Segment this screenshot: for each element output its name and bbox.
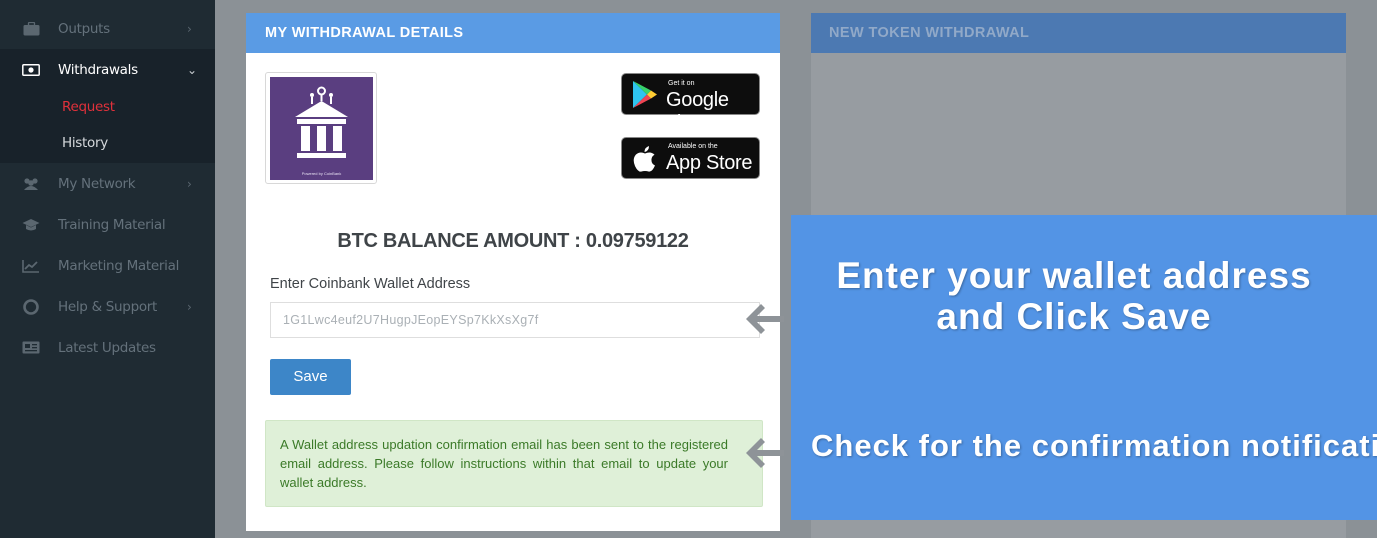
sidebar-subitem-request[interactable]: Request — [62, 99, 115, 115]
sidebar-item-outputs[interactable]: Outputs › — [0, 8, 215, 49]
save-button[interactable]: Save — [270, 359, 351, 395]
app-store-badge[interactable]: Available on the App Store — [621, 137, 760, 179]
chevron-right-icon: › — [187, 21, 192, 36]
sidebar-item-label: Latest Updates — [58, 339, 156, 356]
withdrawal-details-card: MY WITHDRAWAL DETAILS Powered by CoinBan… — [246, 13, 780, 531]
callout-instruction-confirm: Check for the confirmation notification — [811, 428, 1377, 463]
callout-instruction-save: Enter your wallet address and Click Save — [836, 255, 1312, 337]
apple-icon — [633, 145, 657, 178]
chevron-right-icon: › — [187, 176, 192, 191]
line-chart-icon — [22, 259, 40, 273]
arrow-left-icon — [744, 433, 784, 473]
sidebar-item-marketing-material[interactable]: Marketing Material — [0, 245, 215, 286]
sidebar-item-label: Help & Support — [58, 298, 158, 315]
bank-icon: Powered by CoinBank — [270, 77, 373, 180]
wallet-address-input[interactable]: 1G1Lwc4euf2U7HugpJEopEYSp7KkXsXg7f — [270, 302, 760, 338]
card-title: NEW TOKEN WITHDRAWAL — [811, 13, 1346, 53]
sidebar: Outputs › Withdrawals ⌄ Request History … — [0, 0, 215, 538]
withdrawals-submenu: Request History — [0, 90, 215, 163]
app-store-small-text: Available on the — [668, 143, 718, 150]
google-play-big-text: Google play — [666, 89, 729, 134]
users-icon — [22, 177, 40, 191]
sidebar-subitem-history[interactable]: History — [62, 135, 108, 151]
money-icon — [22, 63, 40, 77]
graduation-cap-icon — [22, 218, 40, 232]
sidebar-item-label: Training Material — [58, 216, 166, 233]
sidebar-item-latest-updates[interactable]: Latest Updates — [0, 327, 215, 368]
google-play-small-text: Get it on — [668, 80, 695, 87]
sidebar-item-my-network[interactable]: My Network › — [0, 163, 215, 204]
sidebar-item-label: Outputs — [58, 20, 110, 37]
sidebar-item-label: My Network — [58, 175, 136, 192]
wallet-address-label: Enter Coinbank Wallet Address — [270, 276, 471, 292]
sidebar-item-withdrawals[interactable]: Withdrawals ⌄ — [0, 49, 215, 90]
coinbank-logo: Powered by CoinBank — [265, 72, 377, 184]
chevron-down-icon: ⌄ — [187, 62, 197, 77]
btc-balance: BTC BALANCE AMOUNT : 0.09759122 — [337, 230, 689, 252]
sidebar-item-label: Withdrawals — [58, 61, 138, 78]
confirmation-alert: A Wallet address updation confirmation e… — [265, 420, 763, 507]
logo-caption: Powered by CoinBank — [301, 171, 342, 176]
instruction-callout: Enter your wallet address and Click Save… — [791, 215, 1377, 520]
sidebar-item-help-support[interactable]: Help & Support › — [0, 286, 215, 327]
newspaper-icon — [22, 341, 40, 355]
sidebar-item-training-material[interactable]: Training Material — [0, 204, 215, 245]
briefcase-icon — [22, 21, 40, 36]
card-title: MY WITHDRAWAL DETAILS — [246, 13, 780, 53]
chevron-right-icon: › — [187, 299, 192, 314]
arrow-left-icon — [744, 299, 784, 339]
google-play-badge[interactable]: Get it on Google play — [621, 73, 760, 134]
sidebar-item-label: Marketing Material — [58, 257, 180, 274]
life-ring-icon — [22, 298, 40, 315]
google-play-icon — [632, 80, 658, 114]
app-store-big-text: App Store — [666, 152, 753, 174]
